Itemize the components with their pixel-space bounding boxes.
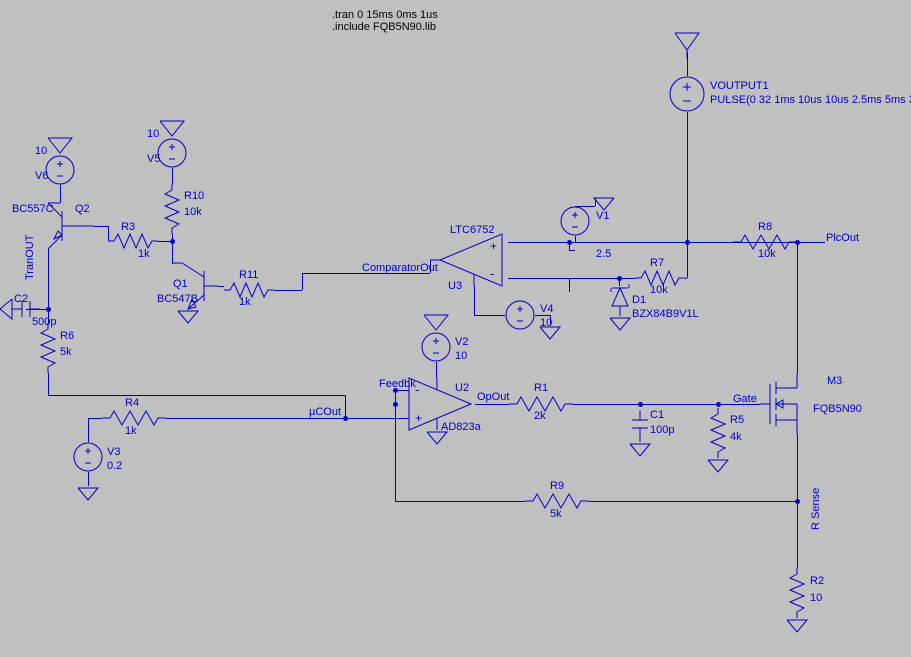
label-v6-name[interactable]: V6 [35, 170, 48, 182]
net-label-comparatorout[interactable]: ComparatorOut [362, 262, 438, 274]
label-q2-part[interactable]: BC557C [12, 203, 54, 215]
svg-text:+: + [490, 239, 497, 253]
resistor-r2[interactable] [788, 568, 806, 618]
capacitor-c1[interactable] [632, 410, 648, 442]
label-r9-name[interactable]: R9 [550, 480, 564, 492]
label-q2-name[interactable]: Q2 [75, 203, 90, 215]
svg-text:+: + [415, 411, 422, 425]
label-v4-name[interactable]: V4 [540, 303, 553, 315]
label-r2-name[interactable]: R2 [810, 575, 824, 587]
ground-icon [76, 486, 100, 502]
label-r7-name[interactable]: R7 [650, 257, 664, 269]
label-c1-name[interactable]: C1 [650, 409, 664, 421]
label-r4-name[interactable]: R4 [125, 397, 139, 409]
label-m3-part[interactable]: FQB5N90 [813, 403, 862, 415]
label-r6-name[interactable]: R6 [60, 330, 74, 342]
net-label-opout[interactable]: OpOut [477, 391, 509, 403]
schematic-canvas[interactable]: .tran 0 15ms 0ms 1us .include FQB5N90.li… [0, 0, 911, 657]
label-v2-name[interactable]: V2 [455, 336, 468, 348]
label-r2-value[interactable]: 10 [810, 592, 822, 604]
resistor-r5[interactable] [709, 408, 727, 458]
ground-icon [706, 458, 730, 474]
zener-d1[interactable] [610, 286, 630, 316]
label-q1-name[interactable]: Q1 [173, 278, 188, 290]
spice-directive-include[interactable]: .include FQB5N90.lib [332, 21, 436, 33]
ground-icon [157, 118, 187, 138]
net-label-plcout[interactable]: PlcOut [826, 232, 859, 244]
label-r3-value[interactable]: 1k [138, 248, 150, 260]
ground-icon [538, 325, 562, 341]
label-v2-value[interactable]: 10 [455, 350, 467, 362]
label-r10-value[interactable]: 10k [184, 206, 202, 218]
label-r8-value[interactable]: 10k [758, 248, 776, 260]
ground-icon [176, 309, 200, 325]
voltage-source-v4[interactable] [505, 300, 535, 330]
svg-text:-: - [490, 266, 494, 281]
resistor-r6[interactable] [39, 323, 57, 373]
label-c2-name[interactable]: C2 [14, 293, 28, 305]
label-u3-name[interactable]: U3 [448, 280, 462, 292]
label-r4-value[interactable]: 1k [125, 425, 137, 437]
resistor-r10[interactable] [163, 184, 181, 234]
label-r9-value[interactable]: 5k [550, 508, 562, 520]
label-r6-value[interactable]: 5k [60, 346, 72, 358]
voltage-source-voutput1[interactable] [669, 76, 705, 112]
label-r11-value[interactable]: 1k [239, 296, 251, 308]
ground-icon [672, 30, 702, 52]
label-c1-value[interactable]: 100p [650, 424, 674, 436]
ground-icon [785, 618, 809, 634]
label-u3-part[interactable]: LTC6752 [450, 224, 494, 236]
label-v1-value[interactable]: 2.5 [596, 248, 611, 260]
mosfet-m3[interactable] [760, 374, 810, 434]
voltage-source-v1[interactable] [560, 206, 590, 236]
voltage-source-v6[interactable] [45, 155, 75, 185]
label-u2-name[interactable]: U2 [455, 382, 469, 394]
resistor-r3[interactable] [108, 232, 158, 250]
voltage-source-v3[interactable] [73, 442, 103, 472]
voltage-source-v5[interactable] [157, 138, 187, 168]
label-v3-name[interactable]: V3 [107, 446, 120, 458]
label-r5-name[interactable]: R5 [730, 414, 744, 426]
ground-icon [608, 316, 632, 332]
ground-icon [421, 312, 451, 332]
net-label-ucout[interactable]: µCOut [309, 406, 341, 418]
label-r11-name[interactable]: R11 [239, 269, 258, 281]
label-d1-name[interactable]: D1 [632, 294, 646, 306]
label-v5-name[interactable]: V5 [147, 153, 160, 165]
label-voutput1-name[interactable]: VOUTPUT1 [710, 80, 769, 92]
label-r1-name[interactable]: R1 [534, 382, 548, 394]
ground-icon [0, 297, 14, 321]
voltage-source-v2[interactable] [421, 332, 451, 362]
label-r3-name[interactable]: R3 [121, 221, 135, 233]
label-voutput1-value[interactable]: PULSE(0 32 1ms 10us 10us 2.5ms 5ms 3) [710, 94, 911, 106]
label-r7-value[interactable]: 10k [650, 284, 668, 296]
label-v3-value[interactable]: 0.2 [107, 460, 122, 472]
label-r10-name[interactable]: R10 [184, 190, 204, 202]
comparator-u3[interactable]: + - [430, 234, 508, 286]
label-r1-value[interactable]: 2k [534, 410, 546, 422]
label-m3-name[interactable]: M3 [827, 375, 842, 387]
net-label-gate[interactable]: Gate [733, 393, 757, 405]
label-r8-name[interactable]: R8 [758, 221, 772, 233]
label-d1-part[interactable]: BZX84B9V1L [632, 308, 699, 320]
label-r5-value[interactable]: 4k [730, 431, 742, 443]
spice-directive-tran[interactable]: .tran 0 15ms 0ms 1us [332, 9, 438, 21]
ground-icon [45, 135, 75, 155]
net-label-rsense[interactable]: R Sense [810, 488, 822, 530]
label-q1-part[interactable]: BC547B [157, 293, 198, 305]
ground-icon [425, 430, 449, 446]
ground-icon [628, 442, 652, 458]
net-label-tranout[interactable]: TranOUT [24, 235, 36, 280]
